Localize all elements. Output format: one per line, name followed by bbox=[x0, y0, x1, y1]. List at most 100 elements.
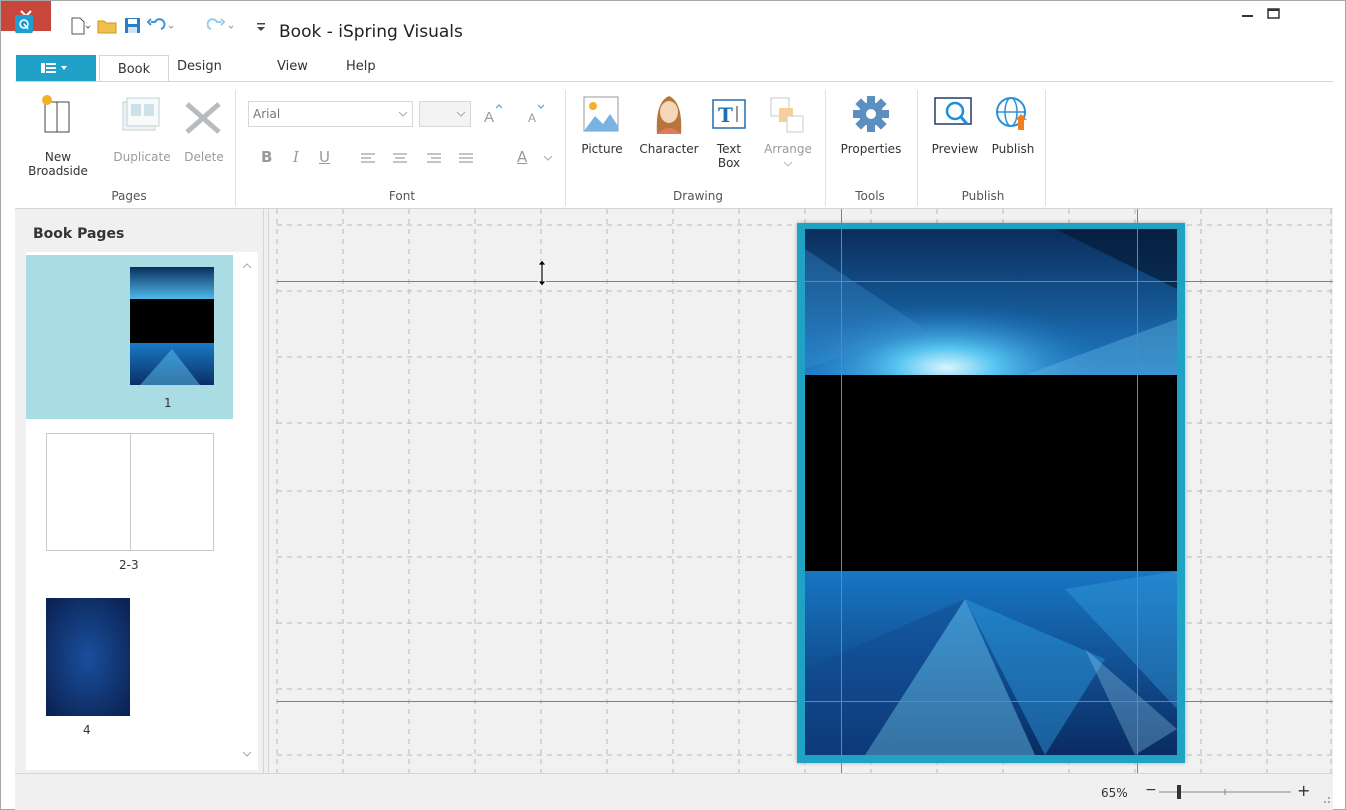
group-separator bbox=[917, 90, 918, 206]
font-family-value: Arial bbox=[253, 107, 281, 121]
customize-toolbar-icon[interactable] bbox=[255, 21, 267, 35]
properties-button[interactable]: Properties bbox=[833, 90, 909, 160]
app-logo-icon[interactable] bbox=[15, 15, 33, 33]
new-broadside-label-1: New bbox=[44, 150, 72, 164]
preview-button[interactable]: Preview bbox=[923, 90, 987, 160]
status-bar: 65% − + bbox=[15, 773, 1333, 810]
new-broadside-icon bbox=[42, 95, 70, 133]
resize-grip-icon[interactable] bbox=[1321, 794, 1331, 804]
alignment-icons[interactable] bbox=[359, 152, 479, 166]
pages-group-label: Pages bbox=[111, 189, 147, 203]
font-size-select[interactable] bbox=[419, 101, 471, 127]
group-separator bbox=[825, 90, 826, 206]
chevron-down-icon bbox=[456, 111, 466, 117]
zoom-out-button[interactable]: − bbox=[1145, 782, 1157, 798]
page-4-label: 4 bbox=[83, 723, 91, 737]
new-file-icon[interactable] bbox=[69, 17, 91, 35]
undo-icon[interactable] bbox=[147, 17, 177, 35]
zoom-level: 65% bbox=[1101, 786, 1128, 800]
vertical-guide-line[interactable] bbox=[1137, 209, 1138, 773]
maximize-button[interactable] bbox=[1259, 1, 1289, 31]
save-icon[interactable] bbox=[123, 17, 143, 35]
horizontal-guide-line[interactable] bbox=[277, 701, 1333, 702]
panel-title: Book Pages bbox=[33, 226, 125, 242]
page-cover-image[interactable] bbox=[805, 229, 1177, 755]
page-list-scrollbar[interactable] bbox=[236, 252, 258, 770]
underline-button[interactable]: U bbox=[319, 148, 330, 166]
zoom-slider-thumb[interactable] bbox=[1177, 785, 1181, 799]
picture-button[interactable]: Picture bbox=[575, 90, 625, 160]
spread-fold-line bbox=[130, 434, 131, 550]
character-icon bbox=[656, 96, 682, 134]
ribbon: New Broadside Duplicate Delete Pages Ari… bbox=[15, 81, 1333, 209]
group-separator bbox=[1045, 90, 1046, 206]
preview-label: Preview bbox=[931, 142, 979, 156]
zoom-slider[interactable] bbox=[1157, 782, 1293, 802]
globe-publish-icon bbox=[996, 97, 1027, 130]
character-button[interactable]: Character bbox=[633, 90, 705, 160]
font-group-label: Font bbox=[388, 189, 416, 203]
editing-canvas[interactable] bbox=[269, 209, 1333, 773]
font-color-button[interactable]: A bbox=[517, 148, 527, 166]
page-thumbnail-1[interactable]: 1 bbox=[26, 255, 233, 419]
tools-group-label: Tools bbox=[855, 189, 885, 203]
properties-label: Properties bbox=[840, 142, 902, 156]
new-broadside-label-2: Broadside bbox=[28, 164, 88, 178]
publish-group-label: Publish bbox=[961, 189, 1005, 203]
page-thumbnail-2-3[interactable] bbox=[46, 433, 214, 551]
publish-button[interactable]: Publish bbox=[985, 90, 1041, 160]
menu-icon bbox=[41, 63, 67, 73]
arrange-label: Arrange bbox=[764, 142, 812, 156]
file-menu-button[interactable] bbox=[16, 55, 96, 81]
horizontal-guide-line[interactable] bbox=[277, 281, 1333, 282]
bold-button[interactable]: B bbox=[261, 148, 272, 166]
text-box-icon: T bbox=[712, 99, 746, 129]
picture-label: Picture bbox=[581, 142, 623, 156]
scroll-down-icon[interactable] bbox=[242, 750, 252, 758]
page-thumbnail-list: 1 2-3 4 bbox=[26, 252, 258, 770]
font-family-select[interactable]: Arial bbox=[248, 101, 413, 127]
drawing-group-label: Drawing bbox=[673, 189, 723, 203]
duplicate-icon bbox=[122, 97, 160, 131]
delete-label: Delete bbox=[184, 150, 224, 164]
text-box-button[interactable]: T Text Box bbox=[707, 90, 751, 180]
svg-text:T: T bbox=[718, 103, 733, 127]
zoom-in-button[interactable]: + bbox=[1297, 781, 1310, 800]
tab-design[interactable]: Design bbox=[177, 59, 222, 74]
shrink-font-icon[interactable]: A bbox=[523, 102, 545, 126]
new-broadside-button[interactable]: New Broadside bbox=[27, 90, 88, 180]
text-box-label-1: Text bbox=[716, 142, 742, 156]
tab-view[interactable]: View bbox=[277, 59, 308, 74]
title-bar: Book - iSpring Visuals bbox=[1, 1, 1345, 49]
italic-button[interactable]: I bbox=[293, 148, 299, 166]
duplicate-button[interactable]: Duplicate bbox=[107, 90, 177, 164]
svg-text:A: A bbox=[484, 109, 494, 126]
publish-label: Publish bbox=[991, 142, 1035, 156]
ribbon-tabs: Book Design View Help bbox=[1, 49, 1345, 81]
vertical-guide-line[interactable] bbox=[841, 209, 842, 773]
preview-icon bbox=[934, 97, 972, 125]
text-box-label-2: Box bbox=[717, 156, 741, 170]
tab-book[interactable]: Book bbox=[99, 55, 169, 81]
chevron-down-icon bbox=[398, 111, 408, 117]
gear-icon bbox=[853, 96, 889, 132]
tab-help[interactable]: Help bbox=[346, 59, 376, 74]
duplicate-label: Duplicate bbox=[113, 150, 171, 164]
resize-vertical-cursor-icon bbox=[537, 259, 547, 287]
delete-icon bbox=[185, 102, 221, 134]
scroll-up-icon[interactable] bbox=[242, 262, 252, 270]
delete-button[interactable]: Delete bbox=[179, 90, 229, 164]
open-folder-icon[interactable] bbox=[97, 17, 119, 35]
grow-font-icon[interactable]: A bbox=[481, 102, 503, 126]
svg-text:A: A bbox=[528, 111, 536, 125]
page-1-label: 1 bbox=[164, 396, 172, 410]
picture-icon bbox=[583, 96, 619, 132]
page-1-preview bbox=[130, 267, 214, 385]
chevron-down-icon[interactable] bbox=[543, 154, 553, 162]
page-thumbnail-4[interactable] bbox=[46, 598, 130, 716]
arrange-button[interactable]: Arrange bbox=[755, 90, 821, 180]
character-label: Character bbox=[639, 142, 699, 156]
redo-icon[interactable] bbox=[207, 17, 237, 35]
chevron-down-icon bbox=[783, 161, 793, 167]
group-separator bbox=[565, 90, 566, 206]
